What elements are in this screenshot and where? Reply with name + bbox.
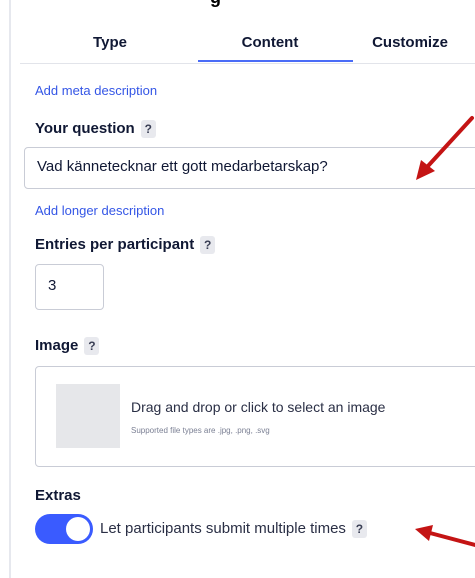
annotation-arrows [415, 116, 475, 547]
red-arrow-toggle [415, 525, 475, 547]
red-arrow-question [416, 116, 474, 180]
